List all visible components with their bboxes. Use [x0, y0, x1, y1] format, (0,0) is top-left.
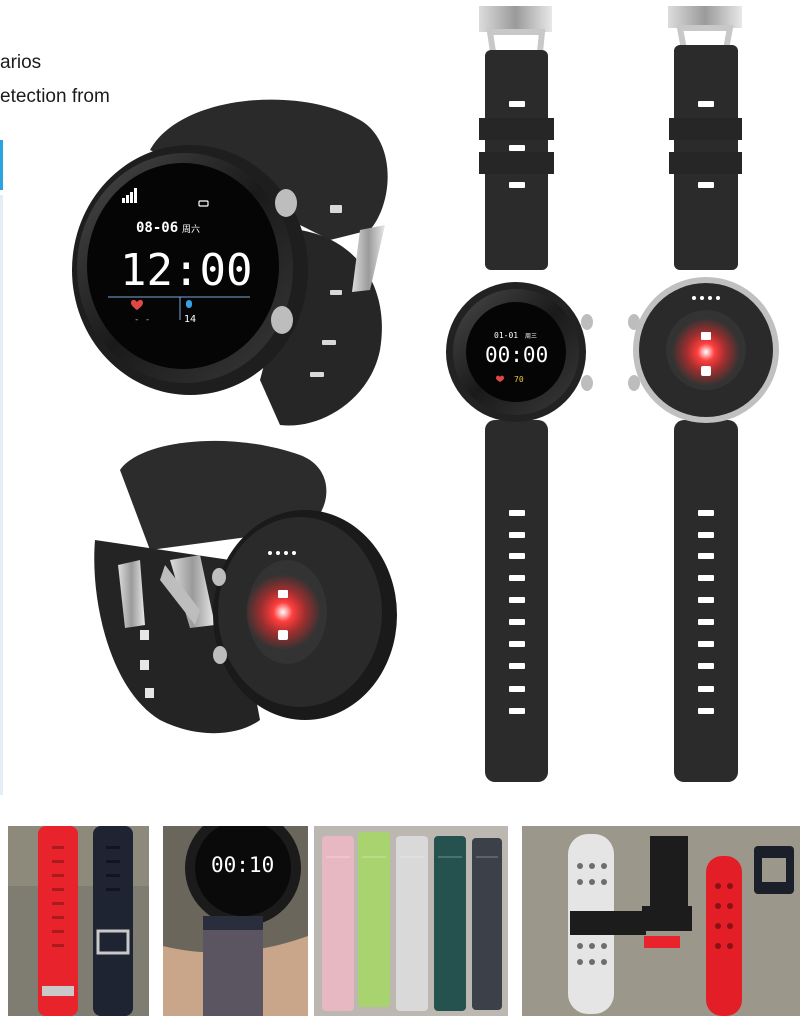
- thumbnail-red-navy-straps[interactable]: [8, 826, 149, 1016]
- wrist-time: 00:10: [211, 853, 274, 877]
- watch-back-angled: [94, 440, 397, 734]
- navy-strap: [93, 826, 133, 1016]
- black-strap: [650, 836, 688, 906]
- upright-date: 01-01: [494, 331, 518, 340]
- thumbnail-wrist-photo[interactable]: 00:10: [163, 826, 308, 1016]
- watch-front-angled: 08-06 周六 12:00 - - 14: [72, 99, 388, 426]
- front-date: 08-06: [136, 220, 178, 236]
- watch-upright-front: 01-01 周三 00:00 70: [446, 6, 593, 782]
- front-time: 12:00: [120, 245, 252, 296]
- front-heart-value: - -: [134, 315, 150, 325]
- footprint-icon: [186, 300, 192, 308]
- upright-time: 00:00: [485, 343, 548, 367]
- front-weekday: 周六: [182, 223, 200, 235]
- front-steps-value: 14: [184, 314, 196, 325]
- red-perforated-strap: [706, 856, 742, 1016]
- watch-upright-back: [628, 6, 779, 782]
- thumbnail-nylon-straps[interactable]: [314, 826, 508, 1016]
- upright-weekday: 周三: [525, 333, 537, 340]
- nylon-strap: [203, 916, 263, 1016]
- upright-heart-value: 70: [514, 375, 524, 384]
- thumbnail-sport-straps[interactable]: [522, 826, 800, 1016]
- product-photo-composite: 08-06 周六 12:00 - - 14 01-01 周三 00:00 70: [72, 6, 779, 782]
